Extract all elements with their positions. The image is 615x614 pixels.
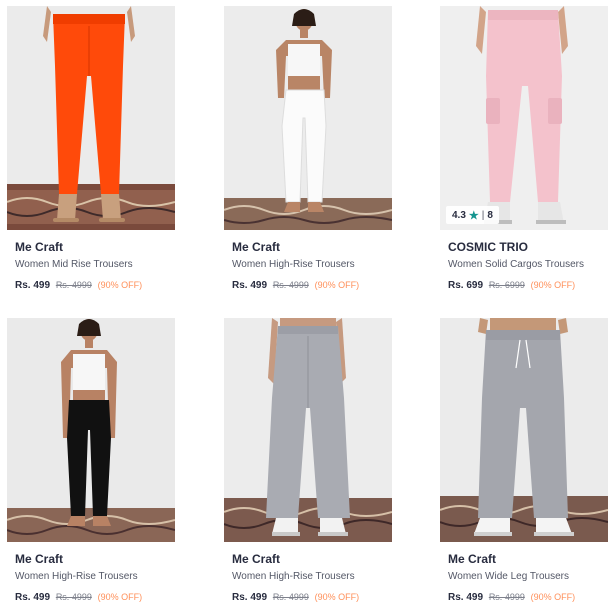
brand-name: Me Craft: [232, 552, 281, 566]
brand-name: Me Craft: [15, 240, 64, 254]
price: Rs. 499: [232, 280, 268, 291]
product-card[interactable]: Me Craft Women High-Rise Trousers Rs. 49…: [7, 318, 175, 614]
product-card[interactable]: 4.3 ★ | 8 COSMIC TRIO Women Solid Cargos…: [440, 6, 608, 302]
product-name: Women Mid Rise Trousers: [15, 259, 133, 270]
rating-value: 4.3: [452, 209, 466, 221]
brand-name: Me Craft: [232, 240, 281, 254]
product-image[interactable]: 4.3 ★ | 8: [440, 6, 608, 230]
discount: (90% OFF): [530, 592, 576, 602]
mrp: Rs. 4999: [488, 592, 525, 602]
price: Rs. 499: [448, 592, 484, 603]
discount: (90% OFF): [314, 280, 360, 290]
product-image[interactable]: [7, 318, 175, 542]
mrp: Rs. 6999: [488, 280, 525, 290]
discount: (90% OFF): [97, 592, 143, 602]
rating-separator: |: [481, 209, 485, 221]
mrp: Rs. 4999: [272, 592, 309, 602]
brand-name: Me Craft: [15, 552, 64, 566]
price: Rs. 499: [15, 592, 51, 603]
product-card[interactable]: Me Craft Women High-Rise Trousers Rs. 49…: [224, 318, 392, 614]
product-image[interactable]: [7, 6, 175, 230]
product-name: Women Wide Leg Trousers: [448, 571, 569, 582]
mrp: Rs. 4999: [55, 280, 92, 290]
brand-name: Me Craft: [448, 552, 497, 566]
mrp: Rs. 4999: [272, 280, 309, 290]
discount: (90% OFF): [530, 280, 576, 290]
price: Rs. 699: [448, 280, 484, 291]
price-row: Rs. 499 Rs. 4999 (90% OFF): [448, 591, 608, 604]
discount: (90% OFF): [97, 280, 143, 290]
product-name: Women High-Rise Trousers: [232, 571, 355, 582]
discount: (90% OFF): [314, 592, 360, 602]
product-card[interactable]: Me Craft Women Wide Leg Trousers Rs. 499…: [440, 318, 608, 614]
product-image[interactable]: [440, 318, 608, 542]
star-icon: ★: [468, 209, 479, 222]
product-grid: Me Craft Women Mid Rise Trousers Rs. 499…: [0, 0, 615, 606]
price-row: Rs. 499 Rs. 4999 (90% OFF): [232, 591, 392, 604]
product-image[interactable]: [224, 318, 392, 542]
price-row: Rs. 499 Rs. 4999 (90% OFF): [232, 279, 392, 292]
price-row: Rs. 699 Rs. 6999 (90% OFF): [448, 279, 608, 292]
mrp: Rs. 4999: [55, 592, 92, 602]
product-name: Women Solid Cargos Trousers: [448, 259, 584, 270]
price-row: Rs. 499 Rs. 4999 (90% OFF): [15, 279, 175, 292]
product-card[interactable]: Me Craft Women High-Rise Trousers Rs. 49…: [224, 6, 392, 302]
price-row: Rs. 499 Rs. 4999 (90% OFF): [15, 591, 175, 604]
product-image[interactable]: [224, 6, 392, 230]
brand-name: COSMIC TRIO: [448, 240, 528, 254]
price: Rs. 499: [15, 280, 51, 291]
product-card[interactable]: Me Craft Women Mid Rise Trousers Rs. 499…: [7, 6, 175, 302]
product-name: Women High-Rise Trousers: [15, 571, 138, 582]
product-name: Women High-Rise Trousers: [232, 259, 355, 270]
rating-badge: 4.3 ★ | 8: [446, 206, 499, 224]
price: Rs. 499: [232, 592, 268, 603]
rating-count: 8: [487, 209, 493, 221]
